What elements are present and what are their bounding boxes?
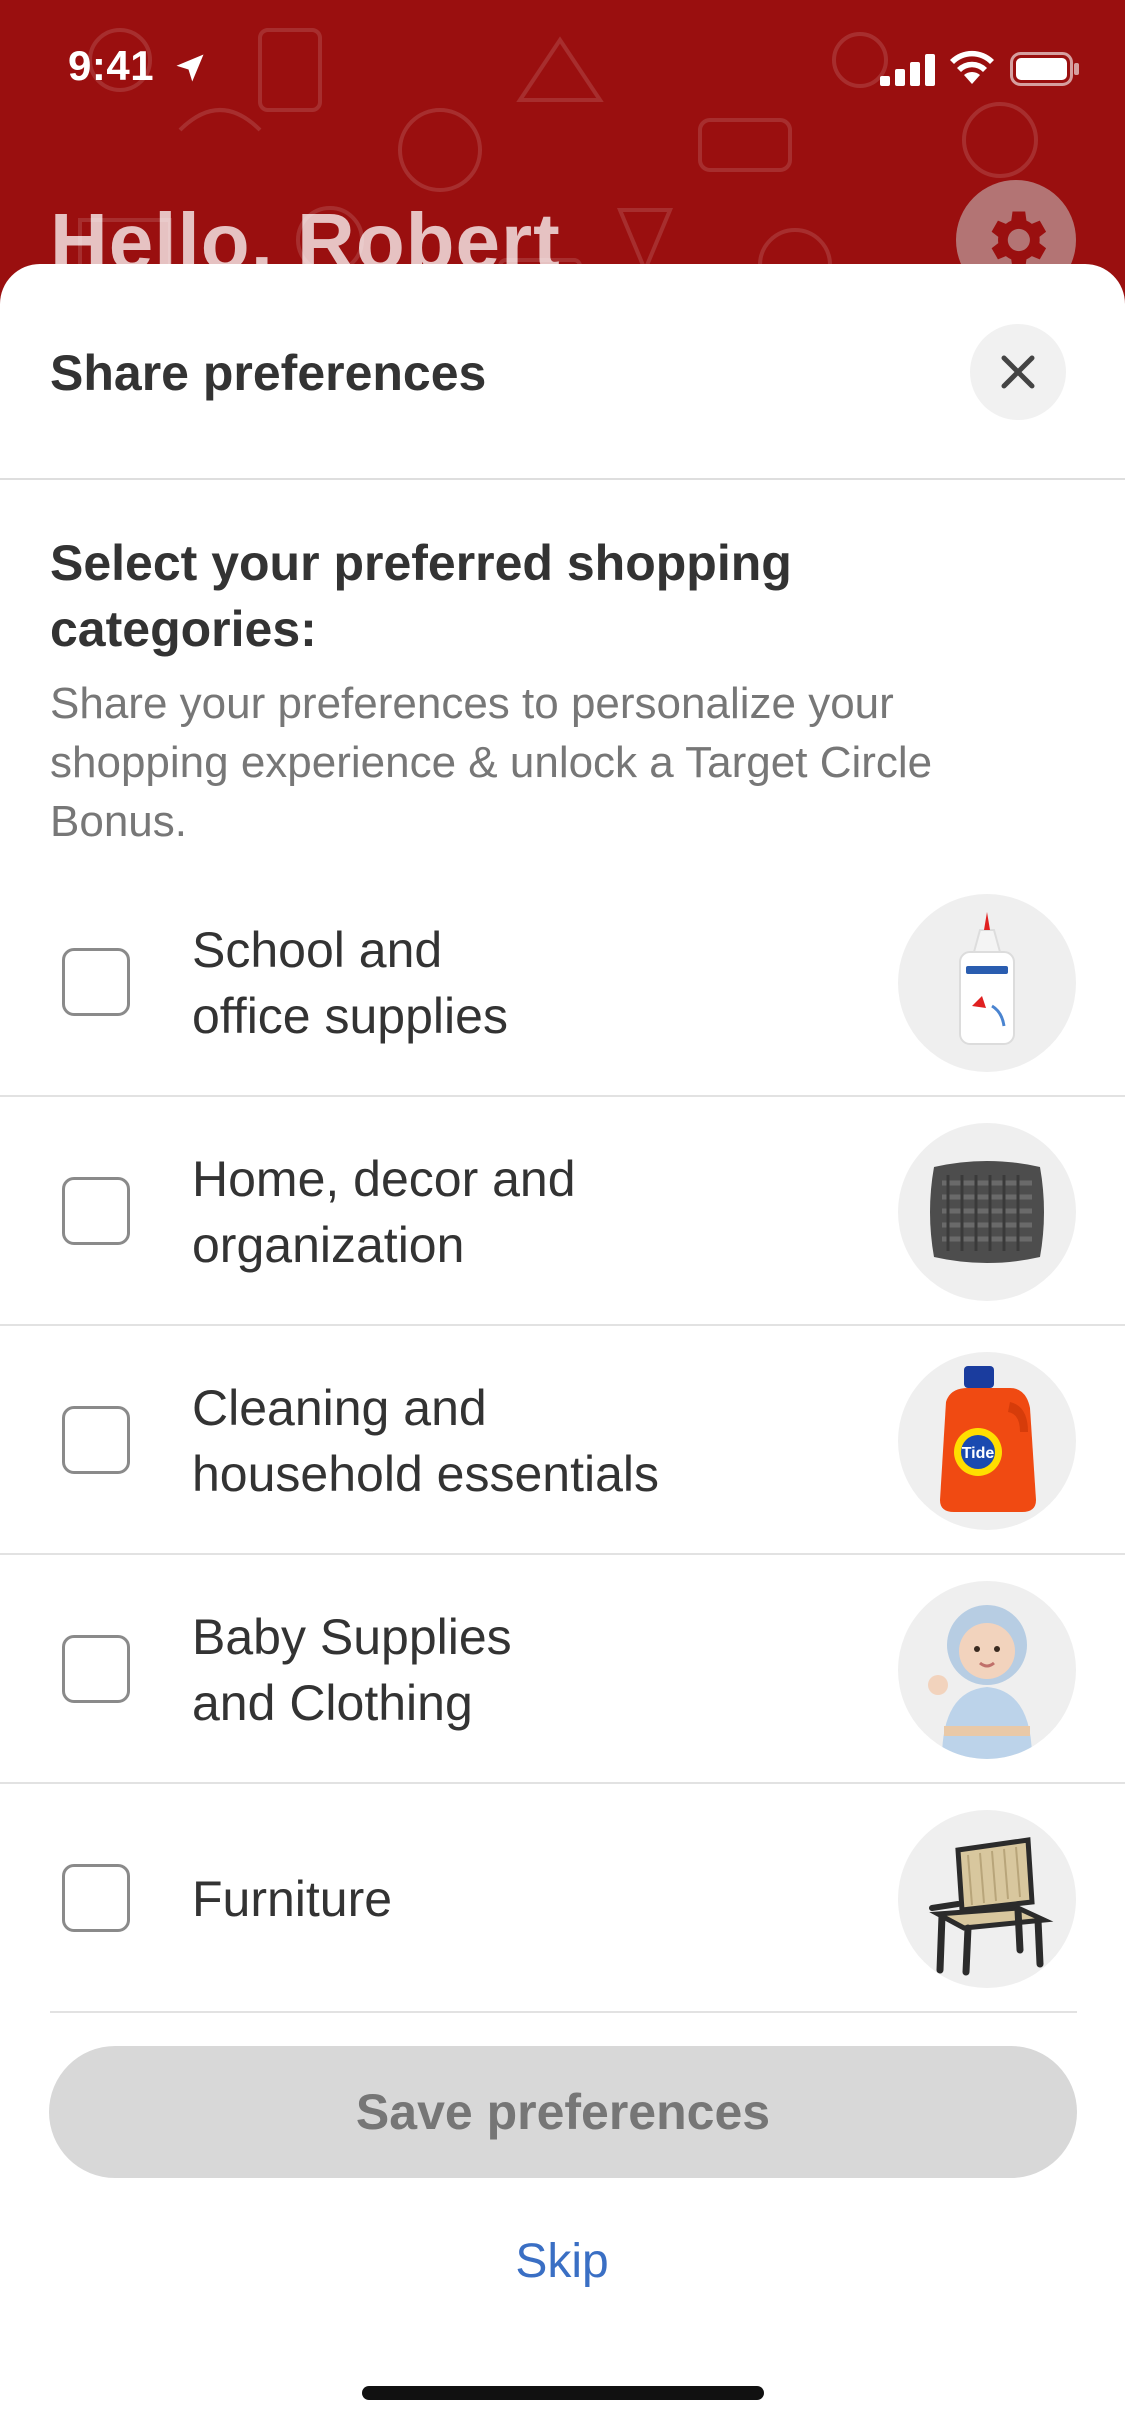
category-label: Baby Supplies and Clothing xyxy=(192,1608,512,1731)
close-button[interactable] xyxy=(970,324,1066,420)
checkbox[interactable] xyxy=(62,1864,130,1932)
checkbox[interactable] xyxy=(62,948,130,1016)
row-divider xyxy=(50,2011,1077,2013)
skip-link[interactable]: Skip xyxy=(412,2226,712,2296)
save-preferences-button[interactable]: Save preferences xyxy=(49,2046,1077,2178)
wifi-icon xyxy=(950,50,994,84)
category-label: Home, decor and organization xyxy=(192,1150,576,1273)
svg-text:Tide: Tide xyxy=(962,1445,995,1462)
school-glue-image xyxy=(898,894,1076,1072)
status-time: 9:41 xyxy=(68,42,155,89)
knit-pillow-image xyxy=(898,1123,1076,1301)
category-row-cleaning[interactable]: Cleaning and household essentials Tide xyxy=(0,1326,1125,1555)
checkbox[interactable] xyxy=(62,1406,130,1474)
category-row-school-office[interactable]: School and office supplies xyxy=(0,868,1125,1097)
screen: 9:41 Hello, Robert Share preferences Sel… xyxy=(0,0,1125,2436)
status-bar: 9:41 xyxy=(0,0,1125,140)
category-label: School and office supplies xyxy=(192,921,508,1044)
category-label: Furniture xyxy=(192,1870,393,1927)
category-row-baby[interactable]: Baby Supplies and Clothing xyxy=(0,1555,1125,1784)
chair-image xyxy=(898,1810,1076,1988)
sheet-title: Share preferences xyxy=(50,345,487,401)
category-row-furniture[interactable]: Furniture xyxy=(0,1784,1125,2013)
location-arrow-icon xyxy=(176,54,204,82)
preferences-sheet: Share preferences Select your preferred … xyxy=(0,264,1125,2436)
section-heading: Select your preferred shopping categorie… xyxy=(50,535,792,657)
sheet-header: Share preferences xyxy=(0,264,1125,480)
baby-image xyxy=(898,1581,1076,1759)
checkbox[interactable] xyxy=(62,1635,130,1703)
checkbox[interactable] xyxy=(62,1177,130,1245)
section-description: Share your preferences to personalize yo… xyxy=(50,679,933,846)
battery-icon xyxy=(1010,52,1079,86)
category-label: Cleaning and household essentials xyxy=(192,1379,659,1502)
category-list: School and office supplies Home, decor a… xyxy=(0,868,1125,2013)
cellular-signal-icon xyxy=(880,54,935,86)
detergent-bottle-image: Tide xyxy=(898,1352,1076,1530)
category-row-home-decor[interactable]: Home, decor and organization xyxy=(0,1097,1125,1326)
close-icon xyxy=(1001,355,1035,389)
home-indicator xyxy=(362,2386,764,2400)
